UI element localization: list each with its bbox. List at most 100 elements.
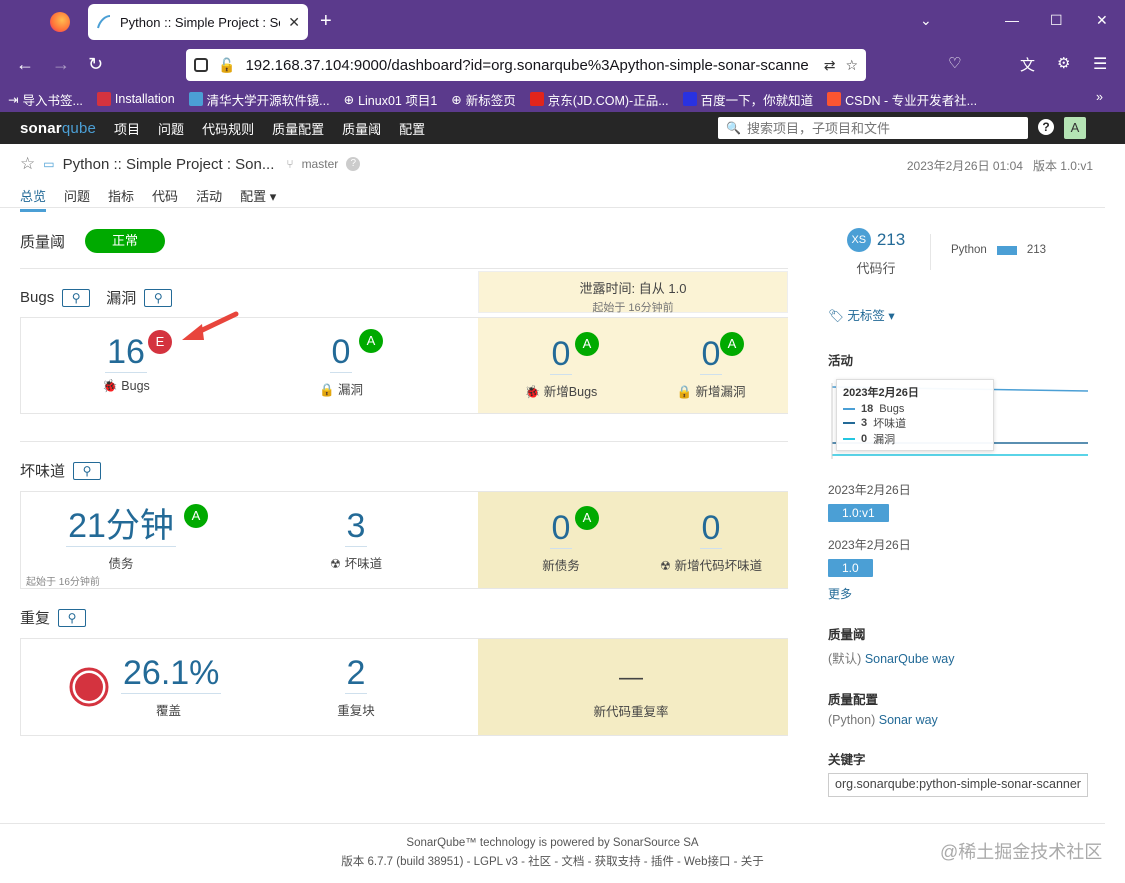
- bugs-rating-badge[interactable]: E: [148, 330, 172, 354]
- new-code-smells-count[interactable]: 0: [699, 508, 723, 549]
- close-tab-icon[interactable]: ✕: [288, 14, 300, 31]
- quality-profile-title: 质量配置: [828, 693, 879, 707]
- search-box[interactable]: 🔍: [718, 117, 1028, 139]
- bookmark-item[interactable]: 清华大学开源软件镜...: [188, 90, 330, 109]
- help-icon[interactable]: ?: [1038, 119, 1054, 135]
- new-vulnerabilities-count[interactable]: 0: [699, 334, 723, 375]
- extensions-icon[interactable]: ⚙: [1057, 54, 1070, 72]
- debt-since-note: 起始于 16分钟前: [26, 577, 100, 588]
- divider: [20, 268, 788, 269]
- sonarqube-logo[interactable]: sonarqube: [20, 120, 96, 137]
- lock-icon: 🔒: [676, 385, 693, 399]
- lock-icon: 🔒: [318, 383, 335, 397]
- duplications-section-label: 重复: [20, 610, 51, 627]
- bookmark-item[interactable]: ⊕ 新标签页: [451, 90, 516, 109]
- menu-icon[interactable]: ☰: [1093, 54, 1107, 74]
- bugs-count[interactable]: 16: [105, 332, 147, 373]
- quality-gate-status: 质量阈 正常: [20, 229, 166, 253]
- back-button[interactable]: ←: [16, 54, 34, 75]
- jd-icon: [529, 92, 544, 106]
- minimize-button[interactable]: —: [1005, 12, 1019, 28]
- translate-extension-icon[interactable]: 文: [1020, 54, 1035, 75]
- analysis-meta: 2023年2月26日 01:04 版本 1.0:v1: [907, 157, 1093, 174]
- menu-rules[interactable]: 代码规则: [202, 119, 254, 138]
- new-bugs-rating-badge[interactable]: A: [575, 332, 599, 356]
- code-smells-count[interactable]: 3: [344, 506, 368, 547]
- version-chip[interactable]: 1.0: [828, 559, 873, 577]
- tab-list-chevron-icon[interactable]: ⌄: [920, 12, 932, 29]
- project-title[interactable]: Python :: Simple Project : Son...: [63, 156, 275, 173]
- menu-quality-profiles[interactable]: 质量配置: [272, 119, 324, 138]
- quality-gate-link[interactable]: SonarQube way: [865, 652, 955, 666]
- divider: [20, 441, 788, 442]
- more-bookmarks-icon[interactable]: »: [1096, 90, 1103, 104]
- project-key-field[interactable]: org.sonarqube:python-simple-sonar-scanne…: [828, 773, 1088, 797]
- reload-button[interactable]: ↻: [88, 54, 103, 75]
- bookmarks-bar: ⇥ 导入书签... Installation 清华大学开源软件镜... ⊕ Linu…: [0, 86, 1125, 112]
- menu-projects[interactable]: 项目: [114, 119, 140, 138]
- lines-of-code[interactable]: 213: [877, 230, 905, 250]
- avatar[interactable]: A: [1064, 117, 1086, 139]
- maintainability-card: 21分钟 债务 A 起始于 16分钟前 3 ☢ 坏味道 0 新债务 A 0 ☢ …: [20, 491, 788, 589]
- bookmark-item[interactable]: ⇥ 导入书签...: [8, 90, 83, 109]
- bookmark-item[interactable]: Installation: [96, 92, 175, 106]
- duplications-card: 26.1% 覆盖 2 重复块 — 新代码重复率: [20, 638, 788, 736]
- duplicated-blocks-count[interactable]: 2: [344, 653, 368, 694]
- project-title-bar: ☆ ▭ Python :: Simple Project : Son... ⑂ …: [20, 154, 361, 174]
- reliability-card: 16 🐞 Bugs E 0 🔒 漏洞 A 0 🐞 新增Bugs A 0 🔒 新增…: [20, 317, 788, 414]
- duplications-history-link-icon[interactable]: ⚲: [58, 608, 87, 627]
- tab-code[interactable]: 代码: [152, 186, 178, 212]
- quality-profile-link[interactable]: Sonar way: [879, 713, 938, 727]
- menu-quality-gates[interactable]: 质量阈: [342, 119, 381, 138]
- activity-graph[interactable]: 2023年2月26日 18 Bugs 3 坏味道 0 漏洞: [828, 379, 1088, 459]
- quality-gate-badge[interactable]: 正常: [85, 229, 166, 253]
- more-activity-link[interactable]: 更多: [828, 585, 1088, 602]
- debt-value[interactable]: 21分钟: [66, 506, 176, 547]
- watermark: @稀土掘金技术社区: [940, 842, 1103, 862]
- bugs-history-link-icon[interactable]: ⚲: [62, 288, 91, 307]
- bookmark-item[interactable]: 百度一下，你就知道: [682, 90, 813, 109]
- tab-activity[interactable]: 活动: [196, 186, 222, 212]
- coverage-label: 覆盖: [155, 704, 181, 718]
- language-distribution: Python 213: [951, 244, 1046, 256]
- duplication-coverage-value[interactable]: 26.1%: [121, 653, 222, 694]
- new-duplication-label: 新代码重复率: [593, 705, 669, 719]
- search-icon: 🔍: [726, 121, 741, 135]
- tab-administration[interactable]: 配置 ▾: [240, 186, 276, 212]
- debt-rating-badge[interactable]: A: [184, 504, 208, 528]
- forward-button[interactable]: →: [52, 54, 70, 75]
- branch-help-icon[interactable]: ?: [346, 157, 361, 171]
- tab-issues[interactable]: 问题: [64, 186, 90, 212]
- new-duplication-value: —: [619, 664, 643, 691]
- menu-administration[interactable]: 配置: [399, 119, 425, 138]
- favorite-star-icon[interactable]: ☆: [20, 154, 35, 174]
- bookmark-star-icon[interactable]: ☆: [845, 57, 858, 74]
- search-input[interactable]: [746, 120, 1017, 136]
- bookmark-item[interactable]: ⊕ Linux01 项目1: [344, 90, 438, 109]
- version-chip[interactable]: 1.0:v1: [828, 504, 889, 522]
- url-bar[interactable]: 🔓 192.168.37.104:9000/dashboard?id=org.s…: [186, 49, 866, 81]
- browser-nav-bar: ← → ↻ 🔓 192.168.37.104:9000/dashboard?id…: [0, 44, 1125, 86]
- pocket-icon[interactable]: ♡: [948, 54, 961, 72]
- new-tab-button[interactable]: +: [320, 10, 332, 33]
- vulnerabilities-rating-badge[interactable]: A: [359, 329, 383, 353]
- tuna-icon: [188, 92, 203, 106]
- vulnerabilities-history-link-icon[interactable]: ⚲: [144, 288, 173, 307]
- tab-overview[interactable]: 总览: [20, 186, 47, 212]
- code-smells-history-link-icon[interactable]: ⚲: [73, 461, 102, 480]
- bookmark-item[interactable]: CSDN - 专业开发者社...: [827, 90, 977, 109]
- new-debt-rating-badge[interactable]: A: [575, 506, 599, 530]
- menu-issues[interactable]: 问题: [158, 119, 184, 138]
- browser-tab[interactable]: Python :: Simple Project : Son ✕: [88, 4, 308, 40]
- close-window-button[interactable]: ✕: [1096, 12, 1108, 29]
- new-vulnerabilities-rating-badge[interactable]: A: [720, 332, 744, 356]
- new-debt-value[interactable]: 0: [549, 508, 573, 549]
- maximize-button[interactable]: ☐: [1050, 12, 1063, 29]
- tab-measures[interactable]: 指标: [108, 186, 134, 212]
- bookmark-item[interactable]: 京东(JD.COM)-正品...: [529, 90, 669, 109]
- vulnerabilities-count[interactable]: 0: [329, 332, 353, 373]
- tags-dropdown[interactable]: 🏷 无标签 ▾: [828, 305, 1088, 324]
- new-bugs-count[interactable]: 0: [549, 334, 573, 375]
- url-text[interactable]: 192.168.37.104:9000/dashboard?id=org.son…: [245, 57, 813, 74]
- translate-icon[interactable]: ⇄: [824, 57, 836, 74]
